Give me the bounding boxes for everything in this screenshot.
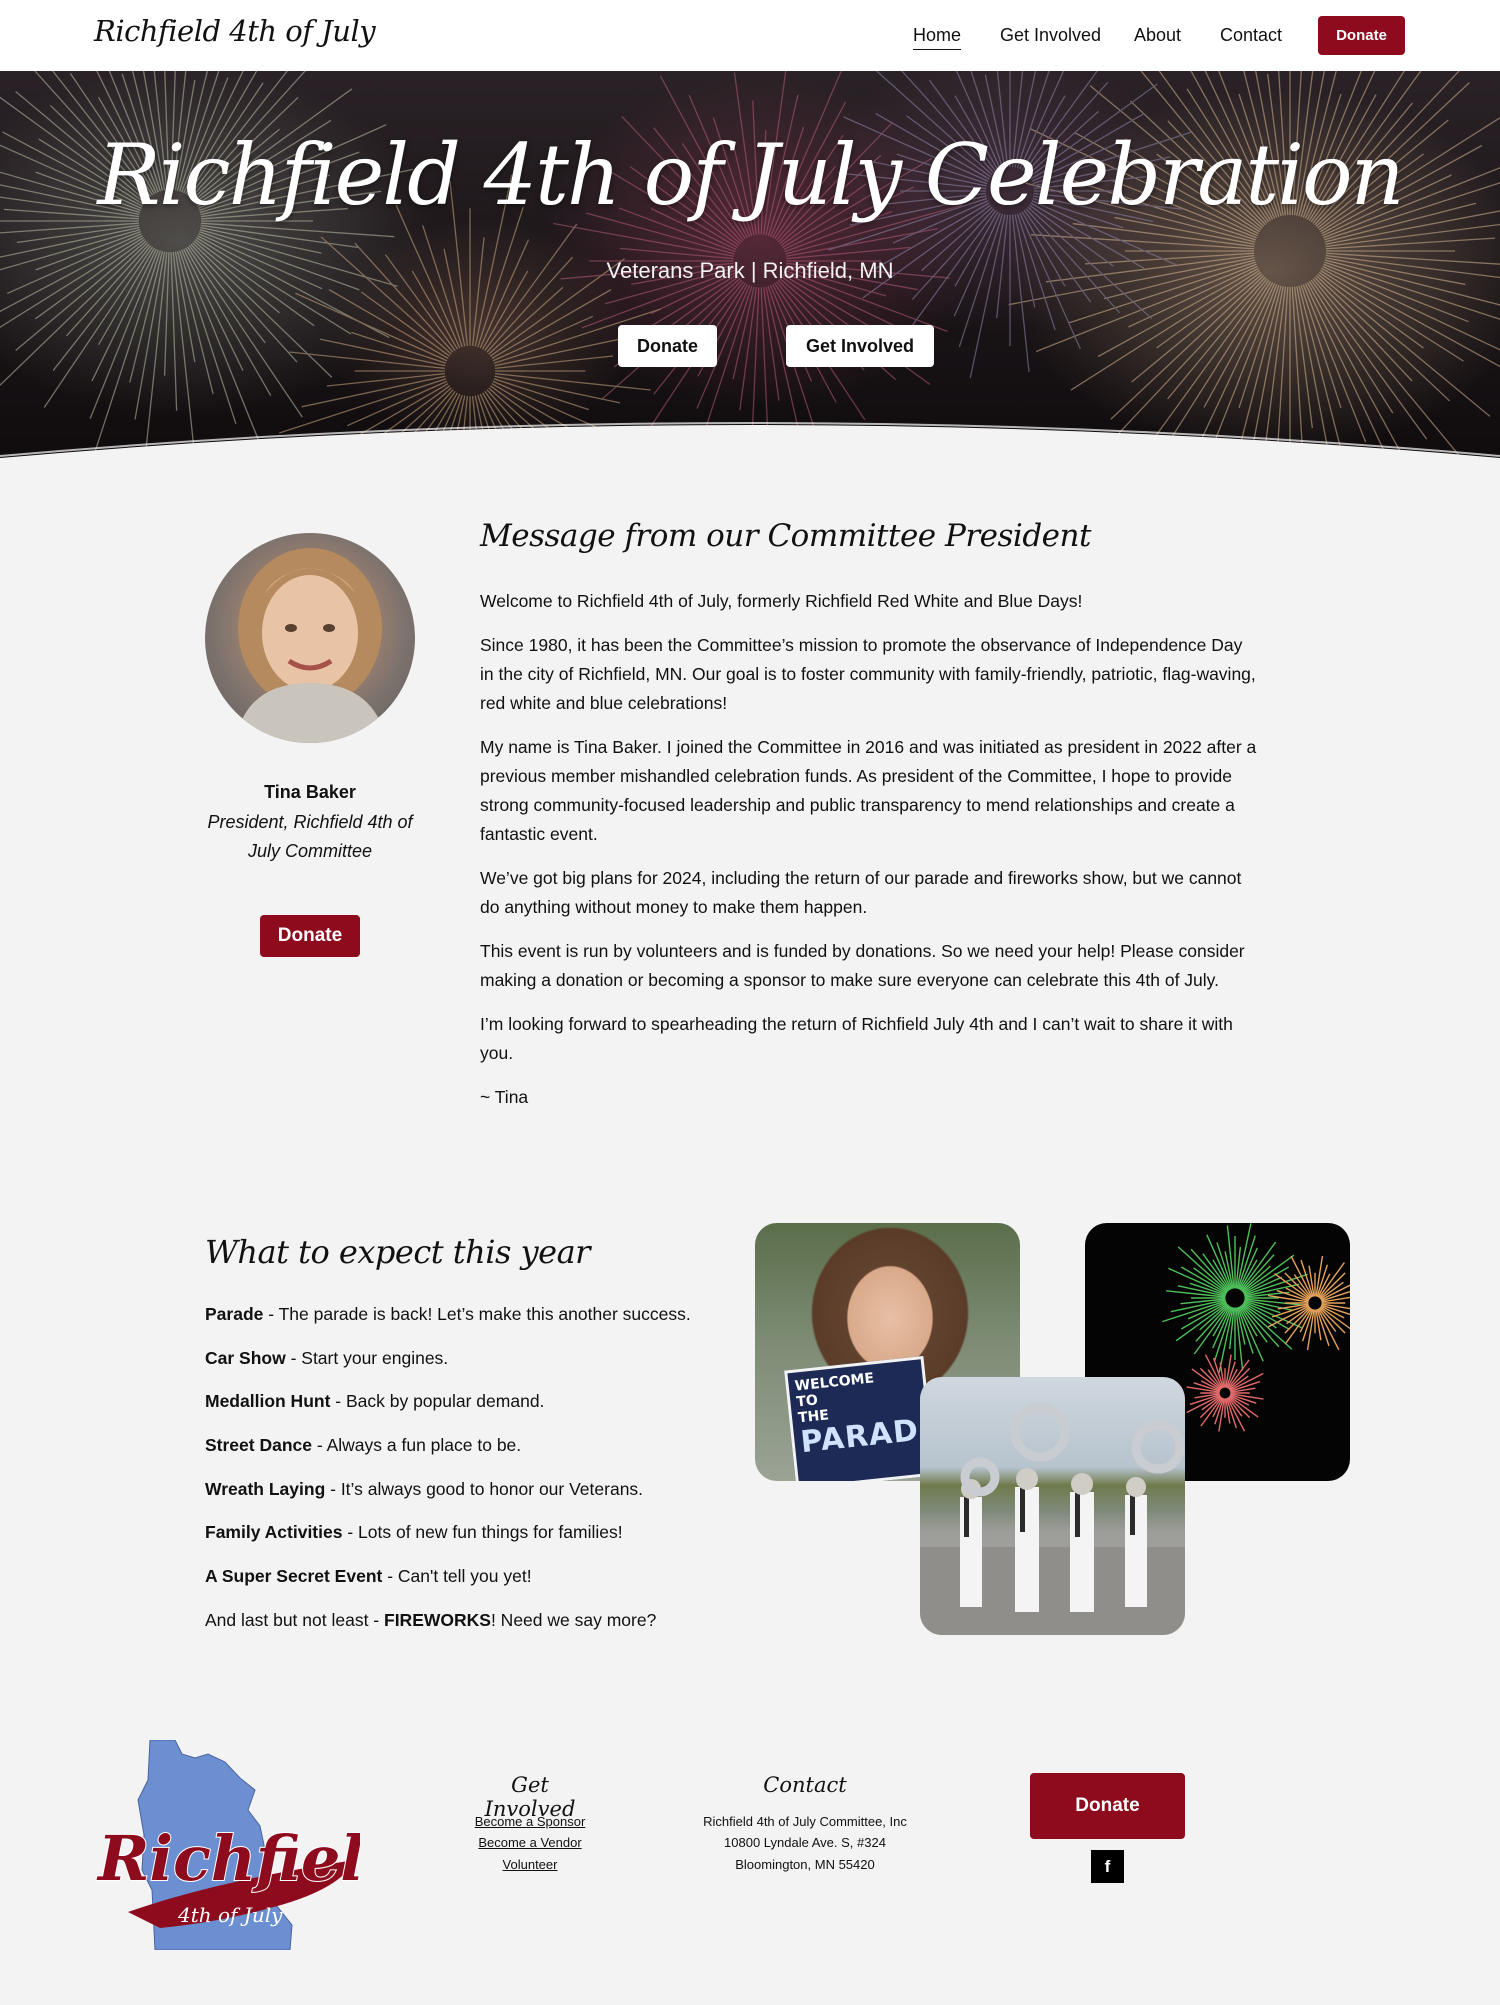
firework-spark bbox=[1110, 275, 1265, 420]
parade-sign: WELCOME TO THE PARADE bbox=[784, 1356, 942, 1481]
marching-band-illustration bbox=[920, 1402, 1185, 1635]
firework-spark bbox=[1319, 1306, 1350, 1330]
message-paragraph: Welcome to Richfield 4th of July, former… bbox=[480, 591, 1083, 611]
expect-item: A Super Secret Event - Can't tell you ye… bbox=[205, 1566, 532, 1587]
expect-item: Family Activities - Lots of new fun thin… bbox=[205, 1522, 623, 1543]
footer-vendor-link[interactable]: Become a Vendor bbox=[465, 1835, 595, 1850]
footer-contact-heading: Contact bbox=[763, 1773, 847, 1797]
expect-item: Car Show - Start your engines. bbox=[205, 1347, 449, 1368]
logo-wordmark: Richfield bbox=[96, 1822, 360, 1895]
facebook-icon[interactable]: f bbox=[1091, 1850, 1124, 1883]
firework-spark bbox=[196, 236, 352, 335]
hero-get-involved-button[interactable]: Get Involved bbox=[786, 325, 934, 367]
footer-contact-line: Bloomington, MN 55420 bbox=[735, 1857, 875, 1872]
footer-donate-button[interactable]: Donate bbox=[1030, 1773, 1185, 1839]
logo-subtext: 4th of July bbox=[177, 1903, 283, 1927]
president-message-heading: Message from our Committee President bbox=[480, 518, 1091, 554]
firework-spark bbox=[484, 223, 578, 351]
portrait-illustration bbox=[235, 548, 387, 743]
firework-spark bbox=[1070, 269, 1260, 391]
hero-title: Richfield 4th of July Celebration bbox=[97, 126, 1404, 224]
president-message-body: Welcome to Richfield 4th of July, former… bbox=[480, 587, 1260, 1127]
expect-item-fireworks: And last but not least - FIREWORKS! Need… bbox=[205, 1609, 657, 1630]
nav-get-involved-link[interactable]: Get Involved bbox=[1000, 25, 1101, 46]
message-paragraph: I’m looking forward to spearheading the … bbox=[480, 1014, 1233, 1063]
message-paragraph: This event is run by volunteers and is f… bbox=[480, 941, 1245, 990]
marching-band-photo bbox=[920, 1377, 1185, 1635]
message-paragraph: We’ve got big plans for 2024, including … bbox=[480, 868, 1242, 917]
firework-spark bbox=[328, 289, 449, 359]
hero-wave-divider bbox=[0, 422, 1500, 460]
top-navigation: Richfield 4th of July Home Get Involved … bbox=[0, 0, 1500, 71]
nav-donate-button[interactable]: Donate bbox=[1318, 16, 1405, 55]
richfield-logo[interactable]: Richfield 4th of July bbox=[90, 1739, 408, 1951]
site-brand[interactable]: Richfield 4th of July bbox=[94, 14, 376, 48]
expect-item: Parade - The parade is back! Let’s make … bbox=[205, 1304, 691, 1324]
nav-contact-link[interactable]: Contact bbox=[1220, 25, 1282, 46]
firework-spark bbox=[492, 315, 594, 362]
footer-contact-line: 10800 Lyndale Ave. S, #324 bbox=[724, 1835, 886, 1850]
firework-spark bbox=[1203, 282, 1274, 408]
nav-home-link[interactable]: Home bbox=[913, 25, 962, 50]
expect-item: Street Dance - Always a fun place to be. bbox=[205, 1435, 522, 1456]
footer-contact-line: Richfield 4th of July Committee, Inc bbox=[703, 1814, 907, 1829]
message-paragraph: Since 1980, it has been the Committee’s … bbox=[480, 635, 1256, 713]
hero-donate-button[interactable]: Donate bbox=[618, 325, 717, 367]
firework-spark bbox=[1325, 223, 1500, 248]
expect-item: Wreath Laying - It’s always good to hono… bbox=[205, 1478, 644, 1499]
nav-about-link[interactable]: About bbox=[1134, 25, 1181, 46]
message-paragraph: My name is Tina Baker. I joined the Comm… bbox=[480, 737, 1257, 844]
footer-sponsor-link[interactable]: Become a Sponsor bbox=[465, 1814, 595, 1829]
message-signoff: ~ Tina bbox=[480, 1087, 529, 1107]
president-donate-button[interactable]: Donate bbox=[260, 915, 360, 957]
president-title: President, Richfield 4th of July Committ… bbox=[207, 812, 413, 861]
firework-spark bbox=[479, 239, 530, 349]
firework-spark bbox=[0, 236, 144, 328]
hero-subtitle: Veterans Park | Richfield, MN bbox=[606, 258, 894, 283]
minnesota-logo-graphic: Richfield 4th of July bbox=[95, 1739, 408, 1951]
president-name: Tina Baker bbox=[264, 782, 356, 802]
president-portrait bbox=[205, 533, 415, 743]
firework-spark bbox=[1011, 214, 1030, 373]
expect-item: Medallion Hunt - Back by popular demand. bbox=[205, 1391, 545, 1412]
expect-heading: What to expect this year bbox=[205, 1233, 590, 1271]
expect-list: Parade - The parade is back! Let’s make … bbox=[205, 1300, 725, 1650]
footer-volunteer-link[interactable]: Volunteer bbox=[465, 1857, 595, 1872]
